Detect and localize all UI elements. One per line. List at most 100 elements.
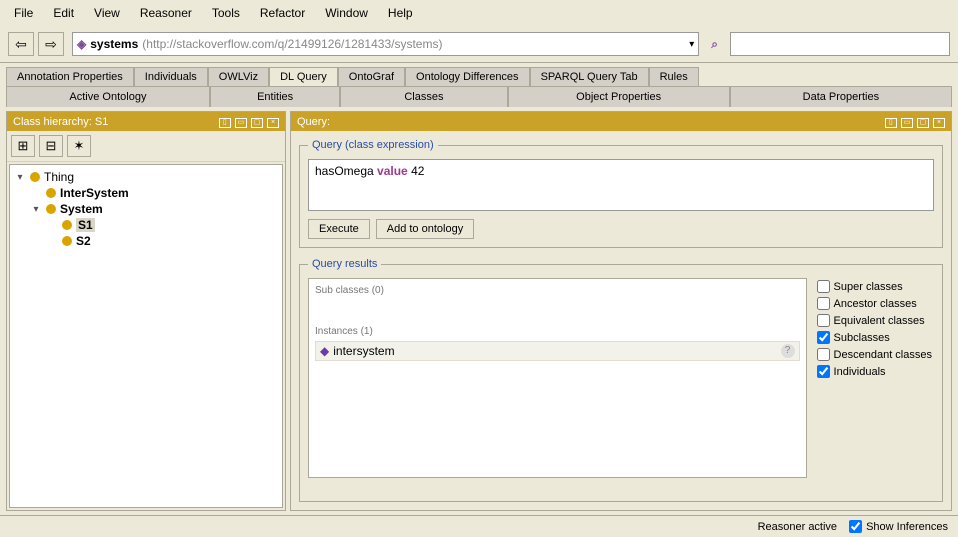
nav-row: ⇦ ⇨ ◈ systems (http://stackoverflow.com/… bbox=[0, 26, 958, 63]
check-label: Subclasses bbox=[834, 332, 890, 344]
search-icon[interactable]: ⌕ bbox=[707, 37, 722, 52]
menu-edit[interactable]: Edit bbox=[43, 2, 84, 24]
expander-icon[interactable]: ▾ bbox=[14, 172, 26, 183]
tab-data-properties[interactable]: Data Properties bbox=[730, 86, 952, 107]
search-input[interactable] bbox=[730, 32, 950, 56]
result-type-checks: Super classes Ancestor classes Equivalent … bbox=[815, 278, 934, 478]
panel-pin-icon[interactable]: ▯ bbox=[885, 118, 897, 128]
explain-icon[interactable]: ? bbox=[781, 344, 795, 358]
menu-file[interactable]: File bbox=[4, 2, 43, 24]
query-expression-input[interactable]: hasOmega value 42 bbox=[308, 159, 934, 211]
check-super-classes[interactable]: Super classes bbox=[817, 280, 932, 293]
menu-help[interactable]: Help bbox=[378, 2, 423, 24]
nav-back-button[interactable]: ⇦ bbox=[8, 32, 34, 56]
tab-sparql-query[interactable]: SPARQL Query Tab bbox=[530, 67, 649, 86]
checkbox[interactable] bbox=[817, 365, 830, 378]
nav-forward-button[interactable]: ⇨ bbox=[38, 32, 64, 56]
query-expression-legend: Query (class expression) bbox=[308, 139, 438, 151]
show-inferences-toggle[interactable]: Show Inferences bbox=[849, 520, 948, 533]
menu-view[interactable]: View bbox=[84, 2, 130, 24]
menubar: File Edit View Reasoner Tools Refactor W… bbox=[0, 0, 958, 26]
status-bar: Reasoner active Show Inferences bbox=[0, 515, 958, 537]
query-expression-fieldset: Query (class expression) hasOmega value … bbox=[299, 139, 943, 248]
tab-rules[interactable]: Rules bbox=[649, 67, 699, 86]
show-inferences-label: Show Inferences bbox=[866, 521, 948, 533]
checkbox[interactable] bbox=[817, 314, 830, 327]
class-tree[interactable]: ▾ Thing InterSystem ▾ System S1 S2 bbox=[9, 164, 283, 508]
query-results-legend: Query results bbox=[308, 258, 381, 270]
ontology-name: systems bbox=[90, 37, 138, 51]
ontology-iri-combo[interactable]: ◈ systems (http://stackoverflow.com/q/21… bbox=[72, 32, 699, 56]
tree-item-intersystem[interactable]: InterSystem bbox=[14, 185, 278, 201]
panel-max-icon[interactable]: ▢ bbox=[917, 118, 929, 128]
ontology-iri: (http://stackoverflow.com/q/21499126/128… bbox=[142, 37, 442, 51]
check-equivalent-classes[interactable]: Equivalent classes bbox=[817, 314, 932, 327]
tab-entities[interactable]: Entities bbox=[210, 86, 340, 107]
add-to-ontology-button[interactable]: Add to ontology bbox=[376, 219, 474, 239]
check-individuals[interactable]: Individuals bbox=[817, 365, 932, 378]
check-ancestor-classes[interactable]: Ancestor classes bbox=[817, 297, 932, 310]
tab-row-lower: Active Ontology Entities Classes Object … bbox=[0, 86, 958, 107]
menu-window[interactable]: Window bbox=[315, 2, 378, 24]
tab-object-properties[interactable]: Object Properties bbox=[508, 86, 730, 107]
query-panel: Query: ▯ ▭ ▢ × Query (class expression) … bbox=[290, 111, 952, 511]
tab-dl-query[interactable]: DL Query bbox=[269, 67, 338, 86]
class-icon bbox=[46, 188, 56, 198]
results-list[interactable]: Sub classes (0) Instances (1) ◆ intersys… bbox=[308, 278, 807, 478]
check-label: Individuals bbox=[834, 366, 886, 378]
class-icon bbox=[62, 220, 72, 230]
tree-item-s2[interactable]: S2 bbox=[14, 233, 278, 249]
check-descendant-classes[interactable]: Descendant classes bbox=[817, 348, 932, 361]
panel-header-icons: ▯ ▭ ▢ × bbox=[218, 115, 279, 128]
tree-label: InterSystem bbox=[60, 186, 129, 200]
instance-row[interactable]: ◆ intersystem ? bbox=[315, 341, 800, 361]
panel-close-icon[interactable]: × bbox=[267, 118, 279, 128]
query-panel-title: Query: bbox=[297, 116, 884, 128]
tree-label: System bbox=[60, 202, 103, 216]
tree-label: S2 bbox=[76, 234, 91, 248]
delete-class-button[interactable]: ✶ bbox=[67, 135, 91, 157]
tree-item-thing[interactable]: ▾ Thing bbox=[14, 169, 278, 185]
check-label: Ancestor classes bbox=[834, 298, 917, 310]
tab-classes[interactable]: Classes bbox=[340, 86, 507, 107]
checkbox[interactable] bbox=[817, 348, 830, 361]
panel-pin-icon[interactable]: ▯ bbox=[219, 118, 231, 128]
add-sibling-button[interactable]: ⊟ bbox=[39, 135, 63, 157]
panel-close-icon[interactable]: × bbox=[933, 118, 945, 128]
panel-header-icons: ▯ ▭ ▢ × bbox=[884, 115, 945, 128]
panel-max-icon[interactable]: ▢ bbox=[251, 118, 263, 128]
panel-split-icon[interactable]: ▭ bbox=[901, 118, 913, 128]
tab-row-upper: Annotation Properties Individuals OWLViz… bbox=[0, 67, 958, 86]
expander-icon[interactable]: ▾ bbox=[30, 204, 42, 215]
check-subclasses[interactable]: Subclasses bbox=[817, 331, 932, 344]
tab-ontology-differences[interactable]: Ontology Differences bbox=[405, 67, 530, 86]
tab-ontograf[interactable]: OntoGraf bbox=[338, 67, 405, 86]
subclasses-section-label: Sub classes (0) bbox=[315, 285, 800, 296]
panel-split-icon[interactable]: ▭ bbox=[235, 118, 247, 128]
tab-individuals[interactable]: Individuals bbox=[134, 67, 208, 86]
checkbox[interactable] bbox=[817, 280, 830, 293]
ontology-icon: ◈ bbox=[77, 37, 86, 51]
chevron-down-icon[interactable]: ▾ bbox=[689, 39, 694, 50]
tab-owlviz[interactable]: OWLViz bbox=[208, 67, 269, 86]
show-inferences-checkbox[interactable] bbox=[849, 520, 862, 533]
checkbox[interactable] bbox=[817, 331, 830, 344]
menu-tools[interactable]: Tools bbox=[202, 2, 250, 24]
menu-reasoner[interactable]: Reasoner bbox=[130, 2, 202, 24]
tree-item-s1[interactable]: S1 bbox=[14, 217, 278, 233]
execute-button[interactable]: Execute bbox=[308, 219, 370, 239]
class-hierarchy-panel: Class hierarchy: S1 ▯ ▭ ▢ × ⊞ ⊟ ✶ ▾ Thing… bbox=[6, 111, 286, 511]
tree-label: Thing bbox=[44, 170, 74, 184]
menu-refactor[interactable]: Refactor bbox=[250, 2, 315, 24]
workspace: Class hierarchy: S1 ▯ ▭ ▢ × ⊞ ⊟ ✶ ▾ Thing… bbox=[0, 107, 958, 515]
class-hierarchy-header: Class hierarchy: S1 ▯ ▭ ▢ × bbox=[7, 112, 285, 131]
tree-label: S1 bbox=[76, 218, 95, 232]
class-icon bbox=[46, 204, 56, 214]
tab-active-ontology[interactable]: Active Ontology bbox=[6, 86, 210, 107]
tab-annotation-properties[interactable]: Annotation Properties bbox=[6, 67, 134, 86]
class-hierarchy-title: Class hierarchy: S1 bbox=[13, 116, 218, 128]
tree-item-system[interactable]: ▾ System bbox=[14, 201, 278, 217]
checkbox[interactable] bbox=[817, 297, 830, 310]
class-icon bbox=[30, 172, 40, 182]
add-subclass-button[interactable]: ⊞ bbox=[11, 135, 35, 157]
